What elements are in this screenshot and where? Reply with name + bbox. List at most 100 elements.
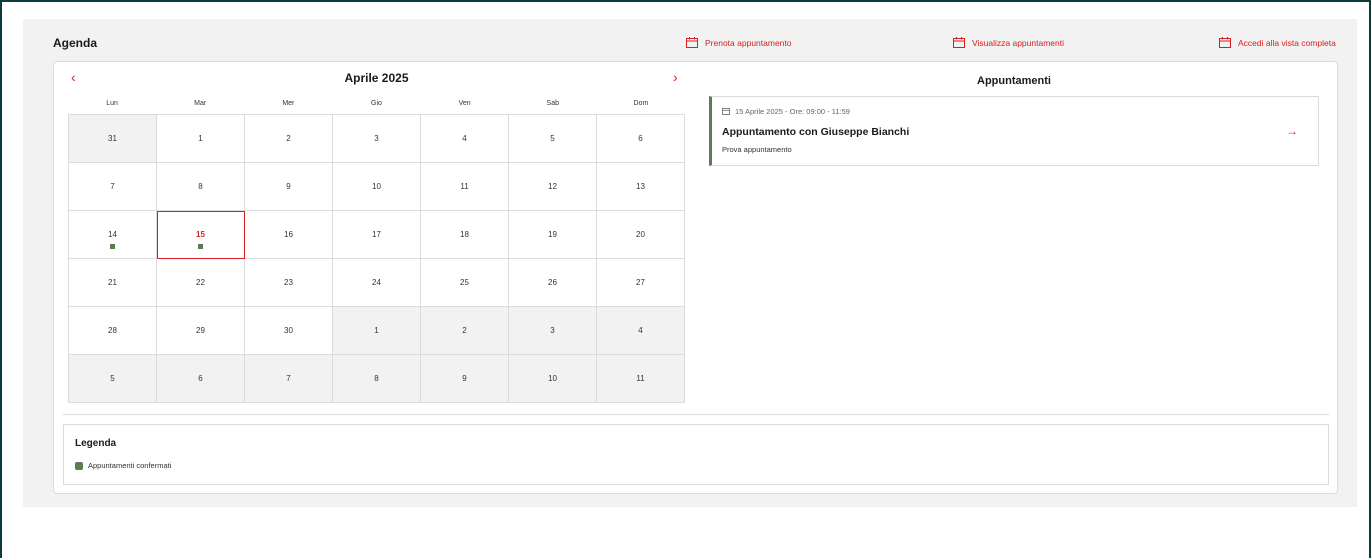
calendar-day[interactable]: 18 <box>421 211 509 259</box>
calendar-day[interactable]: 7 <box>69 163 157 211</box>
day-number: 24 <box>372 278 381 287</box>
day-number: 5 <box>550 134 555 143</box>
legend: Legenda Appuntamenti confermati <box>63 424 1329 485</box>
day-number: 10 <box>372 182 381 191</box>
calendar-day[interactable]: 13 <box>597 163 685 211</box>
calendar-day[interactable]: 14 <box>69 211 157 259</box>
calendar-day[interactable]: 16 <box>245 211 333 259</box>
calendar-day[interactable]: 21 <box>69 259 157 307</box>
calendar-day[interactable]: 26 <box>509 259 597 307</box>
day-number: 13 <box>636 182 645 191</box>
arrow-right-icon[interactable]: → <box>1286 124 1298 138</box>
day-number: 29 <box>196 326 205 335</box>
month-title: Aprile 2025 <box>344 71 409 85</box>
day-number: 1 <box>198 134 203 143</box>
day-number: 20 <box>636 230 645 239</box>
calendar-day[interactable]: 9 <box>245 163 333 211</box>
appointments-title: Appuntamenti <box>977 75 1051 87</box>
calendar-day[interactable]: 12 <box>509 163 597 211</box>
day-number: 4 <box>462 134 467 143</box>
calendar-icon <box>686 37 698 48</box>
calendar-day[interactable]: 2 <box>421 307 509 355</box>
appointment-datetime-text: 15 Aprile 2025 - Ore: 09:00 - 11:59 <box>735 107 850 116</box>
calendar-day[interactable]: 30 <box>245 307 333 355</box>
calendar-day[interactable]: 11 <box>421 163 509 211</box>
calendar-day[interactable]: 24 <box>333 259 421 307</box>
calendar-day[interactable]: 28 <box>69 307 157 355</box>
book-appointment-label: Prenota appuntamento <box>705 37 792 48</box>
calendar-day[interactable]: 5 <box>69 355 157 403</box>
day-number: 6 <box>638 134 643 143</box>
day-number: 21 <box>108 278 117 287</box>
calendar-day[interactable]: 10 <box>509 355 597 403</box>
full-view-link[interactable]: Accedi alla vista completa <box>1219 37 1336 48</box>
calendar-day[interactable]: 25 <box>421 259 509 307</box>
day-number: 30 <box>284 326 293 335</box>
legend-item-confirmed: Appuntamenti confermati <box>75 461 171 470</box>
day-number: 28 <box>108 326 117 335</box>
legend-swatch <box>75 461 83 470</box>
weekday-label: Sab <box>546 100 559 107</box>
day-number: 2 <box>286 134 291 143</box>
day-number: 7 <box>286 374 291 383</box>
calendar-day[interactable]: 10 <box>333 163 421 211</box>
calendar-day[interactable]: 8 <box>333 355 421 403</box>
calendar-day[interactable]: 4 <box>421 115 509 163</box>
day-number: 9 <box>462 374 467 383</box>
calendar-day[interactable]: 1 <box>333 307 421 355</box>
calendar-day[interactable]: 4 <box>597 307 685 355</box>
day-number: 8 <box>198 182 203 191</box>
day-number: 9 <box>286 182 291 191</box>
day-number: 10 <box>548 374 557 383</box>
appointment-name: Appuntamento con Giuseppe Bianchi <box>722 126 910 138</box>
calendar-day[interactable]: 1 <box>157 115 245 163</box>
book-appointment-link[interactable]: Prenota appuntamento <box>686 37 791 48</box>
calendar-day[interactable]: 9 <box>421 355 509 403</box>
day-number: 5 <box>110 374 115 383</box>
calendar-day[interactable]: 3 <box>333 115 421 163</box>
day-number: 8 <box>374 374 379 383</box>
calendar-day[interactable]: 11 <box>597 355 685 403</box>
calendar-day[interactable]: 7 <box>245 355 333 403</box>
calendar-icon <box>1219 37 1231 48</box>
calendar-grid: 31 1 2 3 4 5 6 7 8 9 10 11 12 13 14 15 16 17 18 19 20 21 22 23 2… <box>68 114 685 403</box>
day-number: 23 <box>284 278 293 287</box>
calendar-day[interactable]: 17 <box>333 211 421 259</box>
calendar-day[interactable]: 5 <box>509 115 597 163</box>
calendar-day[interactable]: 23 <box>245 259 333 307</box>
appointment-indicator <box>198 244 203 249</box>
calendar-day[interactable]: 20 <box>597 211 685 259</box>
agenda-widget: Agenda Prenota appuntamento Visualizza a… <box>23 19 1357 507</box>
appointment-card[interactable]: 15 Aprile 2025 - Ore: 09:00 - 11:59 Appu… <box>709 96 1319 166</box>
calendar-day[interactable]: 3 <box>509 307 597 355</box>
weekday-label: Mar <box>194 100 207 107</box>
day-number: 26 <box>548 278 557 287</box>
day-number: 27 <box>636 278 645 287</box>
calendar-day[interactable]: 22 <box>157 259 245 307</box>
day-number: 6 <box>198 374 203 383</box>
view-appointments-link[interactable]: Visualizza appuntamenti <box>953 37 1064 48</box>
day-number: 11 <box>460 182 469 191</box>
calendar-day-today[interactable]: 15 <box>157 211 245 259</box>
calendar-day[interactable]: 6 <box>157 355 245 403</box>
calendar-day[interactable]: 29 <box>157 307 245 355</box>
day-number: 31 <box>108 134 117 143</box>
appointment-indicator <box>110 244 115 249</box>
day-number: 22 <box>196 278 205 287</box>
appointment-datetime: 15 Aprile 2025 - Ore: 09:00 - 11:59 <box>722 107 850 116</box>
chevron-right-icon[interactable]: › <box>673 70 678 84</box>
day-number: 2 <box>462 326 467 335</box>
calendar-day[interactable]: 27 <box>597 259 685 307</box>
day-number: 17 <box>372 230 381 239</box>
weekday-label: Dom <box>633 100 649 107</box>
day-number: 14 <box>108 230 117 239</box>
calendar-day[interactable]: 31 <box>69 115 157 163</box>
weekday-label: Ven <box>458 100 471 107</box>
weekday-label: Lun <box>106 100 118 107</box>
calendar-day[interactable]: 6 <box>597 115 685 163</box>
calendar-day[interactable]: 8 <box>157 163 245 211</box>
day-number: 3 <box>374 134 379 143</box>
calendar-day[interactable]: 2 <box>245 115 333 163</box>
calendar-day[interactable]: 19 <box>509 211 597 259</box>
calendar-icon <box>953 37 965 48</box>
